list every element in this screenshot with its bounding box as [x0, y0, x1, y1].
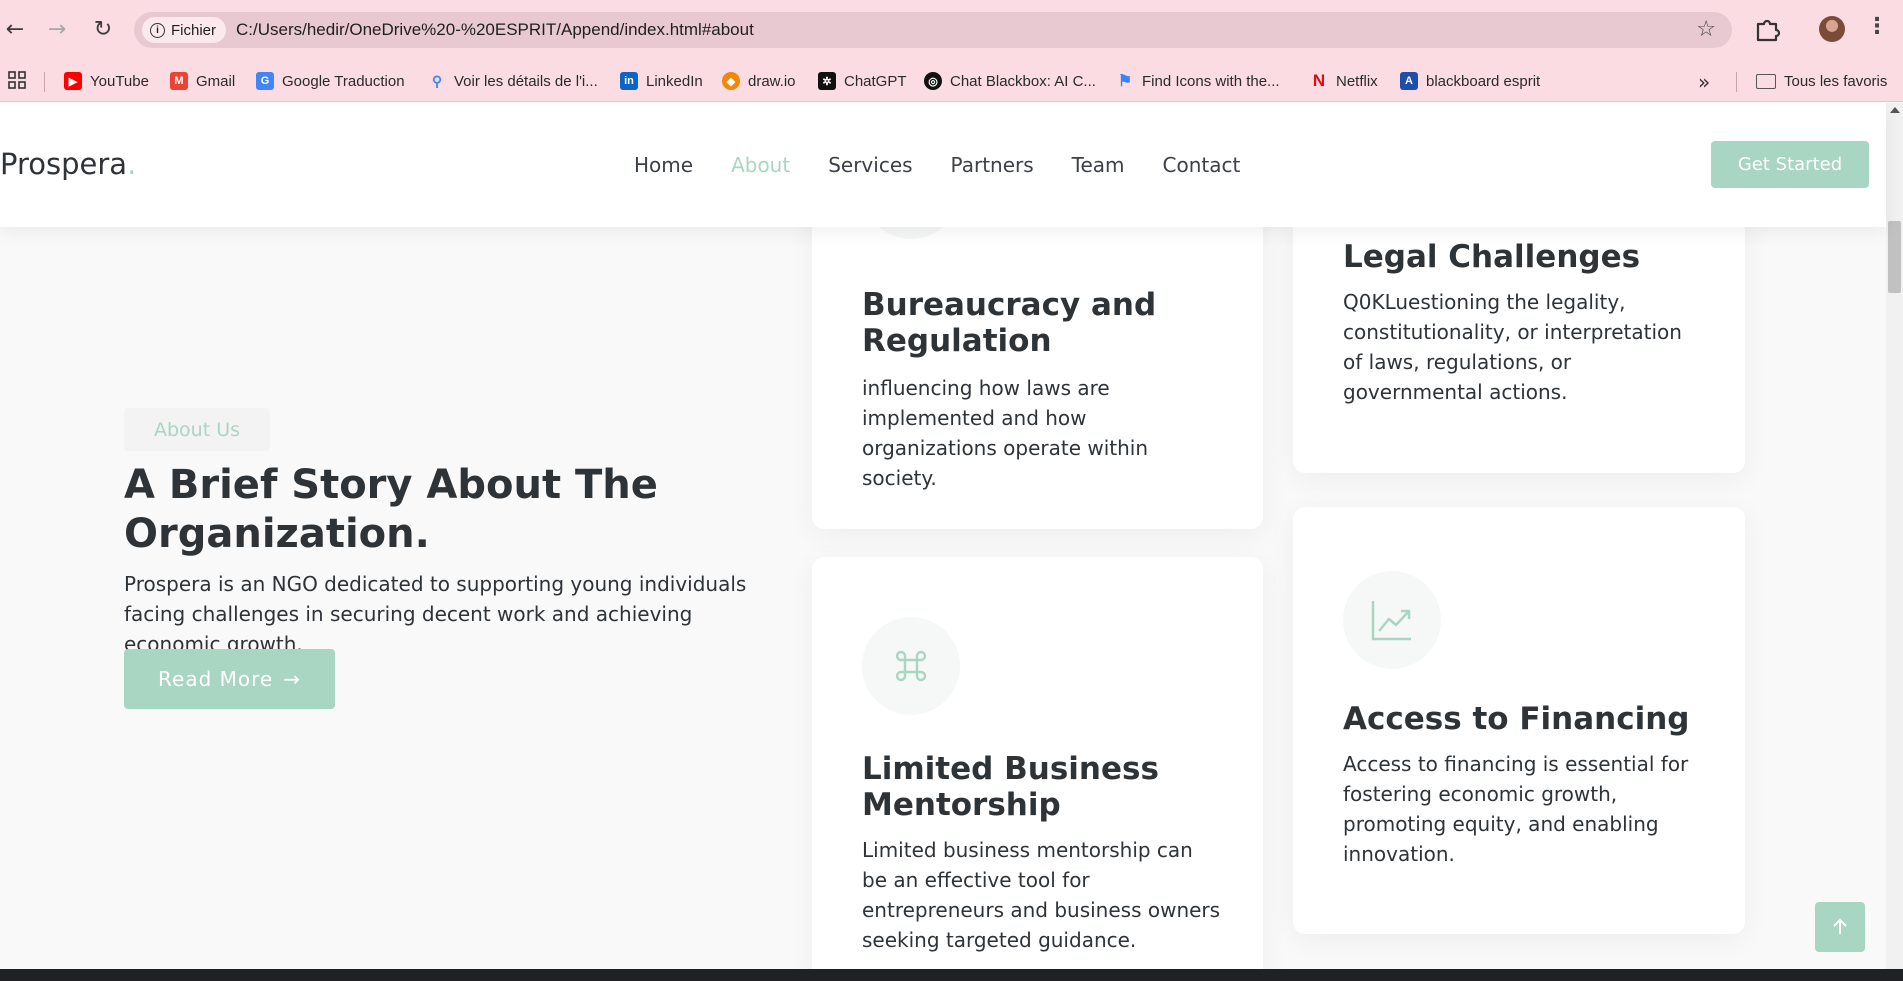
bookmark-find-icons[interactable]: ⚑ Find Icons with the... [1116, 69, 1280, 93]
bookmark-label: Gmail [196, 72, 236, 90]
card-title: Bureaucracy and Regulation [862, 287, 1157, 359]
bookmark-label: blackboard esprit [1426, 72, 1541, 90]
trending-up-icon [1371, 601, 1411, 641]
main-nav: Home About Services Partners Team Contac… [634, 153, 1240, 177]
extensions-puzzle-icon[interactable] [1752, 14, 1782, 44]
bookmark-google-translate[interactable]: G Google Traduction [256, 69, 405, 93]
address-bar[interactable]: i Fichier C:/Users/hedir/OneDrive%20-%20… [134, 12, 1732, 48]
bookmark-label: Google Traduction [282, 72, 405, 90]
bookmark-drawio[interactable]: ◆ draw.io [722, 69, 796, 93]
bookmark-chat-blackbox[interactable]: ◎ Chat Blackbox: AI C... [924, 69, 1096, 93]
card-text: influencing how laws are implemented and… [862, 376, 1149, 490]
card-text: Limited business mentorship can be an ef… [862, 838, 1221, 952]
bookmark-label: Find Icons with the... [1142, 72, 1280, 90]
page-viewport: Bureaucracy and Regulation influencing h… [0, 103, 1903, 969]
flag-icon: ⚑ [1117, 73, 1133, 90]
logo-text: Prospera [0, 147, 128, 181]
card-access-financing: Access to Financing Access to financing … [1293, 507, 1745, 934]
folder-icon [1756, 73, 1776, 89]
bookmark-label: draw.io [748, 72, 796, 90]
search-icon: ⚲ [431, 72, 443, 89]
browser-menu-icon[interactable]: ⋮ [1866, 14, 1888, 39]
reload-icon[interactable]: ↻ [88, 14, 118, 44]
scrollbar-thumb[interactable] [1888, 221, 1901, 293]
read-more-button[interactable]: Read More → [124, 649, 335, 709]
linkedin-icon: in [620, 72, 638, 90]
nav-services[interactable]: Services [828, 153, 912, 177]
card-text: Q0KLuestioning the legality, constitutio… [1343, 290, 1682, 404]
bookmark-label: Netflix [1336, 72, 1378, 90]
bookmark-blackboard-esprit[interactable]: A blackboard esprit [1400, 69, 1540, 93]
gmail-icon: M [170, 72, 188, 90]
card-icon-circle [862, 617, 960, 715]
section-description: Prospera is an NGO dedicated to supporti… [124, 572, 747, 656]
nav-home[interactable]: Home [634, 153, 693, 177]
bookmarks-separator [44, 72, 45, 92]
arrow-up-icon [1833, 918, 1847, 934]
bookmark-youtube[interactable]: ▶ YouTube [64, 69, 149, 93]
logo-dot: . [127, 147, 137, 181]
bookmark-label: Voir les détails de l'i... [454, 72, 598, 90]
card-business-mentorship: Limited Business Mentorship Limited busi… [812, 557, 1263, 969]
section-tag: About Us [124, 408, 270, 451]
google-translate-icon: G [256, 72, 274, 90]
site-info-chip[interactable]: i Fichier [142, 17, 227, 43]
page-scrollbar[interactable] [1886, 103, 1903, 969]
bookmark-linkedin[interactable]: in LinkedIn [620, 69, 703, 93]
back-arrow-icon[interactable]: ← [0, 14, 30, 44]
info-icon: i [150, 22, 165, 38]
card-text: Access to financing is essential for fos… [1343, 752, 1689, 866]
card-title: Access to Financing [1343, 701, 1690, 737]
site-header: Prospera. Home About Services Partners T… [0, 103, 1886, 227]
chatgpt-icon: ✲ [818, 72, 836, 90]
bookmark-label: ChatGPT [844, 72, 907, 90]
url-text[interactable]: C:/Users/hedir/OneDrive%20-%20ESPRIT/App… [236, 20, 754, 40]
bookmark-chatgpt[interactable]: ✲ ChatGPT [818, 69, 907, 93]
back-to-top-button[interactable] [1815, 902, 1865, 952]
bookmark-netflix[interactable]: N Netflix [1310, 69, 1378, 93]
all-bookmarks-folder[interactable]: Tous les favoris [1756, 69, 1887, 93]
bookmark-label: YouTube [90, 72, 149, 90]
bookmark-label: Chat Blackbox: AI C... [950, 72, 1096, 90]
get-started-button[interactable]: Get Started [1711, 141, 1869, 188]
netflix-icon: N [1312, 71, 1326, 90]
bookmarks-separator [1736, 72, 1737, 92]
page-footer-edge [0, 969, 1903, 981]
command-icon [895, 650, 927, 682]
site-chip-label: Fichier [171, 21, 217, 39]
bookmarks-bar: ▶ YouTube M Gmail G Google Traduction ⚲ … [0, 60, 1903, 102]
more-bookmarks-icon[interactable]: » [1698, 70, 1710, 94]
nav-about[interactable]: About [731, 153, 790, 177]
blackboard-icon: A [1400, 72, 1418, 90]
youtube-icon: ▶ [64, 72, 82, 90]
card-title: Limited Business Mentorship [862, 751, 1159, 823]
apps-grid-icon[interactable] [8, 71, 26, 89]
card-title: Legal Challenges [1343, 239, 1641, 275]
scroll-up-arrow-icon[interactable] [1890, 107, 1900, 113]
forward-arrow-icon[interactable]: → [42, 14, 72, 44]
card-icon-circle [1343, 571, 1441, 669]
bookmark-label: LinkedIn [646, 72, 703, 90]
nav-contact[interactable]: Contact [1163, 153, 1241, 177]
browser-toolbar: ← → ↻ i Fichier C:/Users/hedir/OneDrive%… [0, 0, 1903, 60]
all-bookmarks-label: Tous les favoris [1784, 72, 1888, 90]
nav-partners[interactable]: Partners [951, 153, 1034, 177]
read-more-label: Read More [158, 667, 274, 691]
profile-avatar[interactable] [1819, 16, 1845, 42]
site-logo[interactable]: Prospera. [0, 147, 136, 181]
bookmark-star-icon[interactable]: ☆ [1696, 17, 1716, 42]
arrow-right-icon: → [283, 667, 301, 691]
drawio-icon: ◆ [722, 72, 740, 90]
nav-team[interactable]: Team [1072, 153, 1125, 177]
bookmark-gmail[interactable]: M Gmail [170, 69, 235, 93]
blackbox-icon: ◎ [924, 72, 942, 90]
bookmark-image-details[interactable]: ⚲ Voir les détails de l'i... [428, 69, 598, 93]
section-title: A Brief Story About The Organization. [124, 462, 658, 557]
